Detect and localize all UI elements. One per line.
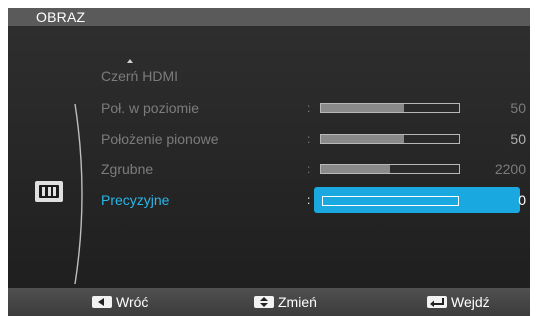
slider-track[interactable] [320,103,460,113]
enter-label: Wejdź [451,294,490,310]
menu-item-label: Czerń HDMI [101,68,179,84]
menu-item-label: Precyzyjne [101,192,170,208]
slider-fill [321,135,404,143]
menu-item-label: Poł. w poziomie [101,100,200,116]
slider-track[interactable] [322,196,459,206]
arrow-up-down-icon [254,296,274,308]
separator: : [307,193,311,207]
menu-item-value: 0 [518,192,526,208]
menu-item-value: 50 [510,131,526,147]
menu-item-label: Położenie pionowe [101,131,219,147]
menu-item-value: 2200 [494,161,526,177]
menu-panel: Czerń HDMI Poł. w poziomie : 50 Położeni… [8,26,530,288]
separator: : [307,101,311,115]
enter-icon [427,296,447,308]
separator: : [307,132,311,146]
menu-item-h-position[interactable]: Poł. w poziomie : 50 [96,96,526,120]
menu-item-fine[interactable]: Precyzyjne : 0 [96,187,526,213]
menu-item-hdmi-black[interactable]: Czerń HDMI [96,64,516,88]
menu-item-value: 50 [510,100,526,116]
menu-title: OBRAZ [36,9,86,25]
slider-fill [321,165,390,173]
change-button[interactable]: Zmień [254,288,317,316]
arrow-up-icon[interactable] [127,59,133,63]
title-bar: OBRAZ [8,8,530,26]
picture-settings-icon [35,181,63,202]
slider-track[interactable] [320,134,460,144]
slider-track[interactable] [320,164,460,174]
arrow-left-icon [92,296,112,308]
menu-item-label: Zgrubne [101,161,154,177]
back-button[interactable]: Wróć [92,288,148,316]
back-label: Wróć [116,294,149,310]
slider-fill [321,104,404,112]
menu-item-v-position[interactable]: Położenie pionowe : 50 [96,127,526,151]
footer-bar: Wróć Zmień Wejdź [8,288,530,316]
change-label: Zmień [278,294,317,310]
enter-button[interactable]: Wejdź [427,288,490,316]
menu-item-coarse[interactable]: Zgrubne : 2200 [96,157,526,181]
osd-menu: OBRAZ Czerń HDMI Poł. w poziomie : 50 Po… [8,8,530,316]
separator: : [307,162,311,176]
